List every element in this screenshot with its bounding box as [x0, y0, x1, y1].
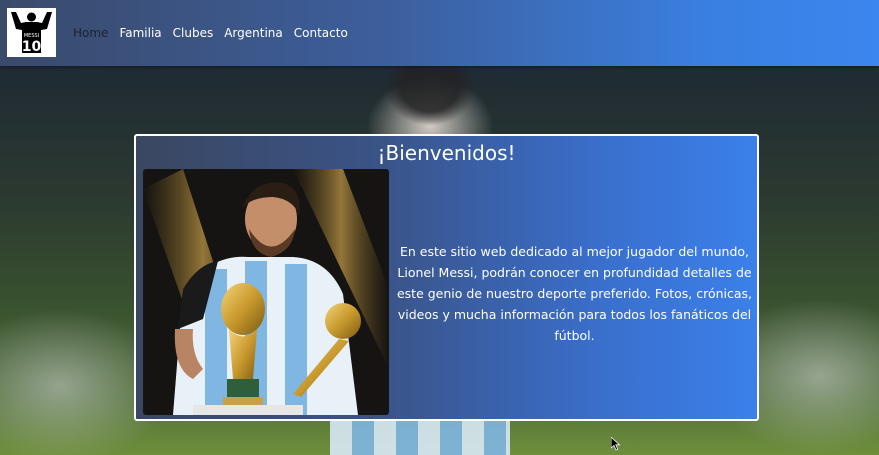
messi-with-world-cup-image: [143, 169, 389, 415]
welcome-card: ¡Bienvenidos! En este sitio web dedicado…: [134, 134, 759, 421]
nav-link-contacto[interactable]: Contacto: [294, 25, 348, 41]
svg-text:10: 10: [22, 39, 42, 55]
messi-logo[interactable]: MESSI 10: [7, 8, 56, 57]
welcome-title: ¡Bienvenidos!: [377, 141, 516, 165]
messi-trophy-photo: [143, 169, 389, 415]
nav-link-home[interactable]: Home: [73, 25, 108, 41]
messi-silhouette-icon: MESSI 10: [7, 8, 56, 57]
top-navbar: MESSI 10 Home Familia Clubes Argentina C…: [0, 0, 879, 66]
nav-link-familia[interactable]: Familia: [119, 25, 161, 41]
welcome-description: En este sitio web dedicado al mejor juga…: [396, 244, 753, 343]
nav-link-argentina[interactable]: Argentina: [224, 25, 283, 41]
background-player-head: [385, 66, 475, 126]
mouse-cursor-icon: [611, 437, 621, 451]
nav-menu: Home Familia Clubes Argentina Contacto: [73, 25, 348, 41]
nav-link-clubes[interactable]: Clubes: [173, 25, 214, 41]
